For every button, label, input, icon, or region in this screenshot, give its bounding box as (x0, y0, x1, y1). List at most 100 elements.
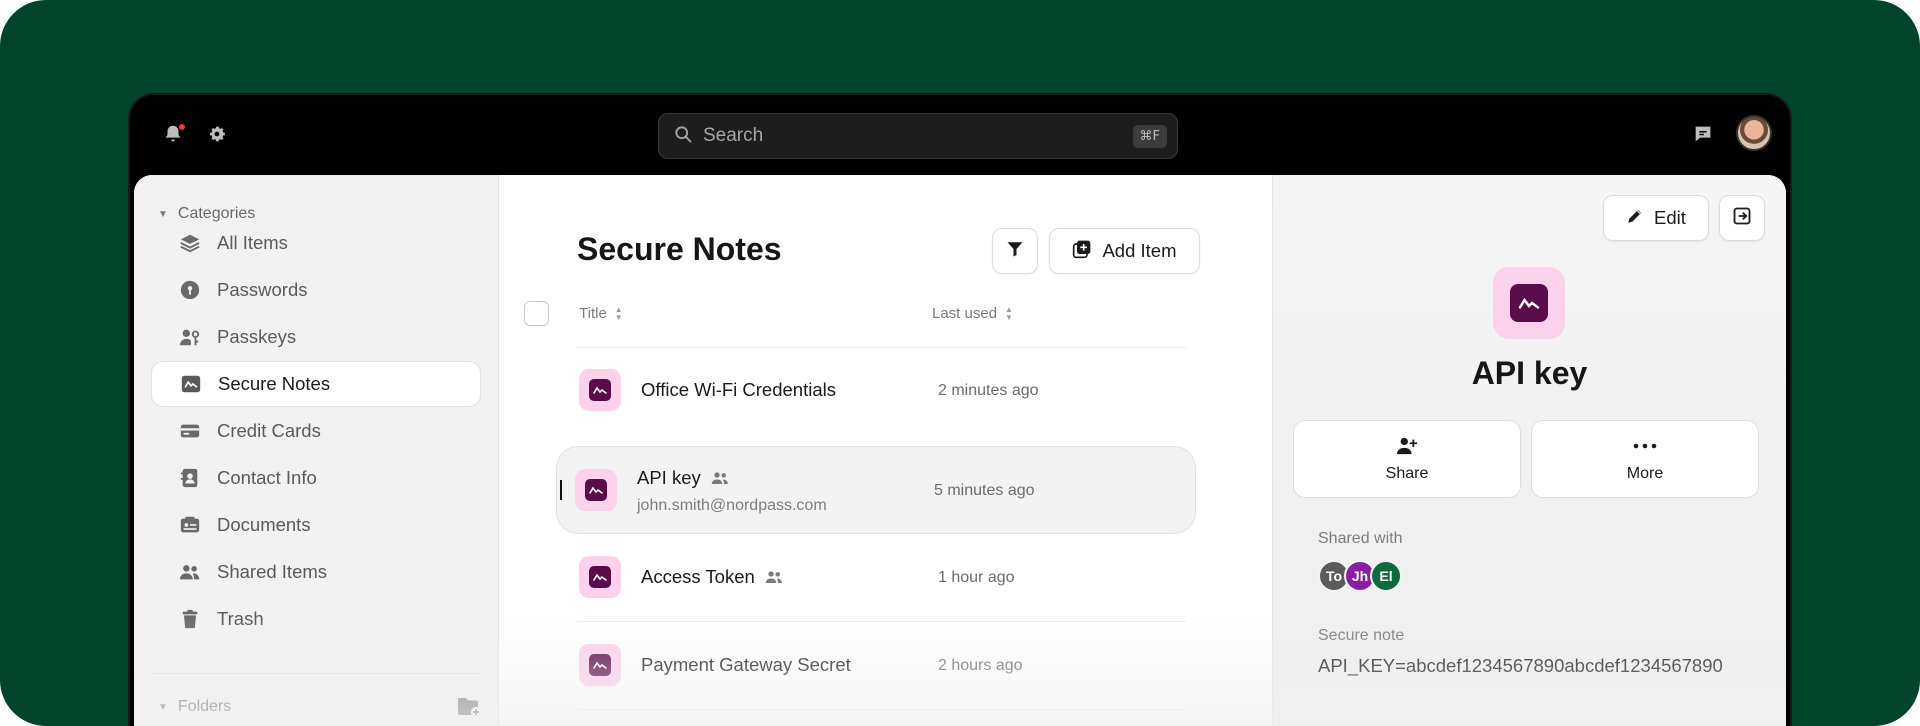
sidebar-item-label: Passwords (217, 279, 308, 300)
item-title: Payment Gateway Secret (641, 654, 851, 675)
item-title-row: API key (637, 467, 729, 489)
item-detail-title: API key (1471, 355, 1588, 391)
shared-people-icon (765, 570, 783, 584)
secure-note-label: Secure note (1318, 627, 1405, 644)
sidebar-divider (151, 673, 481, 674)
sidebar-item-contact-info[interactable]: Contact Info (151, 455, 481, 501)
sidebar-item-documents[interactable]: Documents (151, 502, 481, 548)
sidebar-item-secure-notes[interactable]: Secure Notes (151, 361, 481, 407)
item-title-row: Access Token (641, 566, 783, 588)
filter-button[interactable] (992, 228, 1038, 274)
search-bar[interactable]: Search ⌘F (658, 113, 1178, 159)
list-header: Title ▲ ▼ Last used ▲ ▼ (524, 293, 1224, 333)
key-icon (179, 279, 201, 301)
column-title-header[interactable]: Title ▲ ▼ (579, 305, 623, 322)
sidebar-item-label: Secure Notes (218, 373, 331, 394)
notifications-button[interactable] (158, 121, 188, 151)
item-title: API key (637, 467, 701, 488)
shared-with-label: Shared with (1318, 530, 1403, 547)
list-item[interactable]: Payment Gateway Secret 2 hours ago (561, 622, 1201, 708)
share-button[interactable]: Share (1293, 420, 1521, 498)
secure-note-icon (579, 644, 621, 686)
passkey-icon (179, 326, 201, 348)
item-last-used: 2 hours ago (938, 657, 1023, 674)
app-window: Search ⌘F ▼ Categories All Items Passwor… (128, 93, 1792, 726)
avatar[interactable]: El (1370, 560, 1402, 592)
sidebar-item-label: Credit Cards (217, 420, 321, 441)
search-icon (673, 124, 693, 149)
settings-button[interactable] (202, 121, 232, 151)
chat-button[interactable] (1688, 121, 1718, 151)
text-cursor (560, 480, 562, 500)
shared-people-icon (711, 471, 729, 485)
add-item-button[interactable]: Add Item (1049, 228, 1200, 274)
items-list-panel: Secure Notes Add Item Title ▲ ▼ Last use… (499, 175, 1272, 726)
sidebar-item-label: Documents (217, 514, 311, 535)
app-body: ▼ Categories All Items Passwords Passkey… (134, 175, 1786, 726)
secure-note-icon (579, 369, 621, 411)
caret-down-icon: ▼ (158, 208, 168, 220)
card-icon (179, 420, 201, 442)
sidebar-item-trash[interactable]: Trash (151, 596, 481, 642)
search-placeholder: Search (703, 125, 764, 146)
sort-icon: ▲ ▼ (1005, 304, 1013, 322)
folders-label: Folders (177, 698, 232, 715)
user-avatar[interactable] (1736, 115, 1772, 151)
list-item[interactable]: Access Token 1 hour ago (561, 534, 1201, 620)
sidebar-item-credit-cards[interactable]: Credit Cards (151, 408, 481, 454)
secure-note-icon (579, 556, 621, 598)
folders-toggle[interactable]: ▼ Folders (158, 698, 231, 716)
sidebar-item-label: Contact Info (217, 467, 317, 488)
close-panel-button[interactable] (1719, 195, 1765, 241)
note-icon (180, 373, 202, 395)
item-title: Office Wi-Fi Credentials (641, 379, 836, 400)
item-last-used: 5 minutes ago (934, 482, 1035, 499)
secure-note-large-icon (1493, 267, 1565, 339)
edit-button[interactable]: Edit (1603, 195, 1709, 241)
item-subtitle: john.smith@nordpass.com (637, 497, 827, 514)
shared-with-avatars: To Jh El (1318, 560, 1402, 592)
secure-note-value: API_KEY=abcdef1234567890abcdef1234567890 (1318, 655, 1723, 676)
sidebar-item-label: Trash (217, 608, 264, 629)
sidebar-item-passwords[interactable]: Passwords (151, 267, 481, 313)
more-button[interactable]: More (1531, 420, 1759, 498)
sidebar-item-label: All Items (217, 232, 288, 253)
item-last-used: 1 hour ago (938, 569, 1015, 586)
gear-icon (206, 123, 228, 150)
sidebar-item-label: Passkeys (217, 326, 297, 347)
pencil-icon (1626, 207, 1644, 230)
edit-label: Edit (1654, 207, 1686, 228)
sidebar-item-label: Shared Items (217, 561, 328, 582)
share-label: Share (1385, 465, 1429, 482)
sidebar-item-shared-items[interactable]: Shared Items (151, 549, 481, 595)
add-item-label: Add Item (1102, 240, 1177, 261)
list-item-selected[interactable]: API key john.smith@nordpass.com 5 minute… (556, 446, 1196, 534)
notification-dot (178, 123, 186, 131)
top-bar: Search ⌘F (130, 95, 1790, 175)
column-title-label: Title (579, 305, 607, 322)
document-icon (179, 514, 201, 536)
sidebar-item-all-items[interactable]: All Items (151, 220, 481, 266)
more-dots-icon (1633, 435, 1657, 457)
canvas-background: Search ⌘F ▼ Categories All Items Passwor… (0, 0, 1920, 726)
page-title: Secure Notes (577, 231, 782, 267)
item-title: Access Token (641, 566, 755, 587)
sort-icon: ▲ ▼ (614, 304, 623, 322)
add-folder-icon[interactable] (457, 696, 481, 723)
add-item-icon (1072, 239, 1092, 264)
caret-down-icon: ▼ (158, 701, 168, 713)
more-label: More (1626, 465, 1664, 482)
people-icon (179, 561, 201, 583)
select-all-checkbox[interactable] (524, 301, 549, 326)
exit-icon (1732, 206, 1752, 231)
item-detail-panel: Edit API key Share More Shared with To J… (1272, 175, 1786, 726)
contact-icon (179, 467, 201, 489)
row-divider (577, 709, 1187, 710)
column-last-used-label: Last used (932, 305, 998, 322)
add-person-icon (1396, 435, 1418, 457)
sidebar: ▼ Categories All Items Passwords Passkey… (134, 175, 499, 726)
sidebar-item-passkeys[interactable]: Passkeys (151, 314, 481, 360)
list-item[interactable]: Office Wi-Fi Credentials 2 minutes ago (561, 347, 1201, 433)
trash-icon (179, 608, 201, 630)
column-last-used-header[interactable]: Last used ▲ ▼ (932, 305, 1013, 322)
